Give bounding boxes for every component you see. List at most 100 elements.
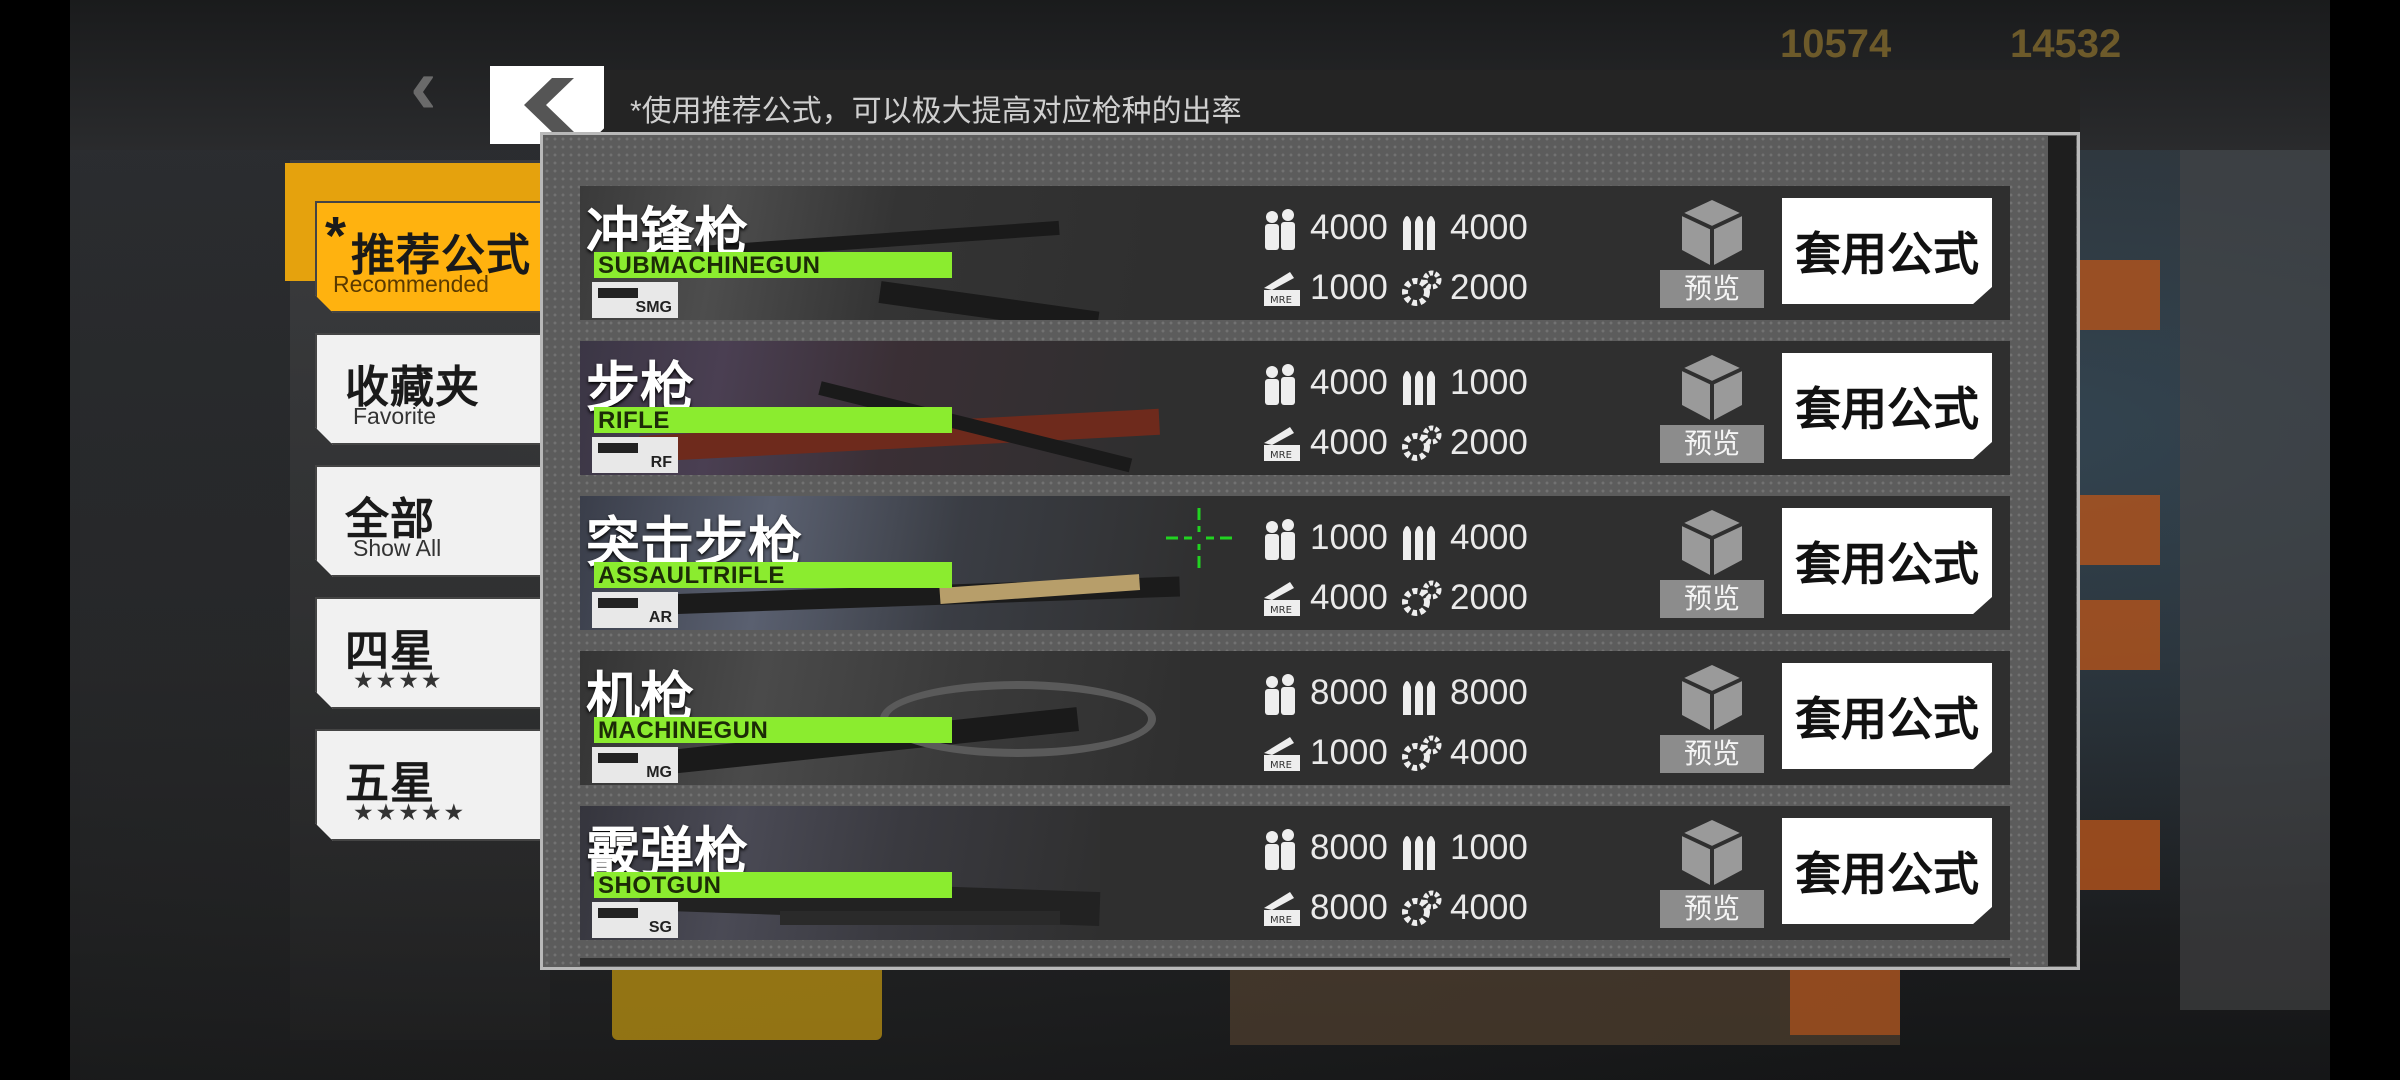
parts-icon xyxy=(1400,268,1444,320)
parts-icon xyxy=(1400,733,1444,785)
background-resource-2: 14532 xyxy=(2010,22,2122,66)
parts-icon xyxy=(1400,578,1444,630)
apply-formula-button[interactable]: 套用公式 xyxy=(1782,353,1992,459)
parts-icon xyxy=(1400,423,1444,475)
weapon-class-badge: SMG xyxy=(592,282,678,318)
crosshair-icon xyxy=(1166,508,1232,568)
tab-star: * xyxy=(325,206,347,266)
manpower-value: 4000 xyxy=(1310,208,1388,247)
rations-icon: MRE xyxy=(1260,888,1302,937)
ammo-icon xyxy=(1400,363,1440,416)
weapon-class-badge: RF xyxy=(592,437,678,473)
preview-label: 预览 xyxy=(1660,425,1764,463)
rations-value: 1000 xyxy=(1310,733,1388,772)
background-orange-button xyxy=(2080,260,2160,330)
tab-sublabel: Favorite xyxy=(353,403,437,429)
manpower-icon xyxy=(1260,208,1302,261)
manpower-value: 8000 xyxy=(1310,828,1388,867)
manpower-icon xyxy=(1260,363,1302,416)
weapon-class-badge: AR xyxy=(592,592,678,628)
ammo-value: 4000 xyxy=(1450,208,1528,247)
box-icon xyxy=(1681,820,1743,886)
parts-icon xyxy=(1400,888,1444,940)
tab-sublabel: Recommended xyxy=(333,271,489,297)
rations-icon: MRE xyxy=(1260,423,1302,472)
parts-value: 2000 xyxy=(1450,268,1528,307)
weapon-class-label: RF xyxy=(650,454,672,471)
rations-icon: MRE xyxy=(1260,733,1302,782)
manpower-value: 8000 xyxy=(1310,673,1388,712)
manpower-icon xyxy=(1260,828,1302,881)
box-icon xyxy=(1681,200,1743,266)
apply-formula-button[interactable]: 套用公式 xyxy=(1782,508,1992,614)
weapon-type-english: SUBMACHINEGUN xyxy=(598,252,821,279)
preview-label: 预览 xyxy=(1660,580,1764,618)
tab-show-all[interactable]: 全部 Show All xyxy=(315,465,565,577)
background-orange-button xyxy=(2080,495,2160,565)
rations-value: 4000 xyxy=(1310,423,1388,462)
preview-button[interactable]: 预览 xyxy=(1660,353,1764,463)
svg-text:MRE: MRE xyxy=(1270,760,1292,771)
rations-value: 1000 xyxy=(1310,268,1388,307)
weapon-class-label: MG xyxy=(646,764,672,781)
svg-text:MRE: MRE xyxy=(1270,605,1292,616)
weapon-class-label: SMG xyxy=(635,299,672,316)
formula-row: 步枪 RIFLE RF 4000 1000 MRE 4000 2000 预览 套用… xyxy=(580,341,2010,475)
parts-value: 2000 xyxy=(1450,578,1528,617)
weapon-class-label: SG xyxy=(648,919,672,936)
manpower-icon xyxy=(1260,518,1302,571)
game-screen: ‹ 10574 14532 * 推荐公式 Recommended 收藏夹 Fav… xyxy=(0,0,2400,1080)
formula-row: 霰弹枪 SHOTGUN SG 8000 1000 MRE 8000 4000 预览… xyxy=(580,806,2010,940)
formula-row: 机枪 MACHINEGUN MG 8000 8000 MRE 1000 4000 … xyxy=(580,651,2010,785)
letterbox-right xyxy=(2330,0,2400,1080)
tab-sublabel: Show All xyxy=(353,535,442,561)
parts-value: 2000 xyxy=(1450,423,1528,462)
rations-value: 4000 xyxy=(1310,578,1388,617)
rations-value: 8000 xyxy=(1310,888,1388,927)
ammo-value: 8000 xyxy=(1450,673,1528,712)
ammo-icon xyxy=(1400,208,1440,261)
tab-favorite[interactable]: 收藏夹 Favorite xyxy=(315,333,565,445)
weapon-type-english: SHOTGUN xyxy=(598,872,722,899)
weapon-type-english: RIFLE xyxy=(598,407,670,434)
background-resource-1: 10574 xyxy=(1780,22,1892,66)
box-icon xyxy=(1681,355,1743,421)
ammo-icon xyxy=(1400,518,1440,571)
manpower-value: 1000 xyxy=(1310,518,1388,557)
apply-formula-button[interactable]: 套用公式 xyxy=(1782,818,1992,924)
preview-button[interactable]: 预览 xyxy=(1660,663,1764,773)
preview-button[interactable]: 预览 xyxy=(1660,508,1764,618)
background-orange-button xyxy=(1790,960,1900,1035)
preview-button[interactable]: 预览 xyxy=(1660,818,1764,928)
rations-icon: MRE xyxy=(1260,268,1302,317)
ammo-icon xyxy=(1400,828,1440,881)
preview-button[interactable]: 预览 xyxy=(1660,198,1764,308)
svg-text:MRE: MRE xyxy=(1270,450,1292,461)
tab-recommended[interactable]: * 推荐公式 Recommended xyxy=(315,201,565,313)
chevron-left-icon xyxy=(524,78,574,132)
apply-formula-button[interactable]: 套用公式 xyxy=(1782,663,1992,769)
svg-text:MRE: MRE xyxy=(1270,295,1292,306)
ammo-value: 1000 xyxy=(1450,828,1528,867)
manpower-icon xyxy=(1260,673,1302,726)
tab-four-star[interactable]: 四星 ★★★★ xyxy=(315,597,565,709)
rations-icon: MRE xyxy=(1260,578,1302,627)
manpower-value: 4000 xyxy=(1310,363,1388,402)
ammo-value: 4000 xyxy=(1450,518,1528,557)
weapon-type-english: MACHINEGUN xyxy=(598,717,769,744)
weapon-type-english: ASSAULTRIFLE xyxy=(598,562,785,589)
box-icon xyxy=(1681,510,1743,576)
formula-row: 冲锋枪 SUBMACHINEGUN SMG 4000 4000 MRE 1000 … xyxy=(580,186,2010,320)
ammo-icon xyxy=(1400,673,1440,726)
background-orange-button xyxy=(2080,820,2160,890)
weapon-class-badge: SG xyxy=(592,902,678,938)
scrollbar[interactable] xyxy=(2048,136,2076,966)
formula-row: 突击步枪 ASSAULTRIFLE AR 1000 4000 MRE 4000 2… xyxy=(580,496,2010,630)
tab-five-star[interactable]: 五星 ★★★★★ xyxy=(315,729,565,841)
parts-value: 4000 xyxy=(1450,733,1528,772)
tab-sublabel: ★★★★★ xyxy=(353,799,467,825)
box-icon xyxy=(1681,665,1743,731)
letterbox-left xyxy=(0,0,70,1080)
apply-formula-button[interactable]: 套用公式 xyxy=(1782,198,1992,304)
ammo-value: 1000 xyxy=(1450,363,1528,402)
